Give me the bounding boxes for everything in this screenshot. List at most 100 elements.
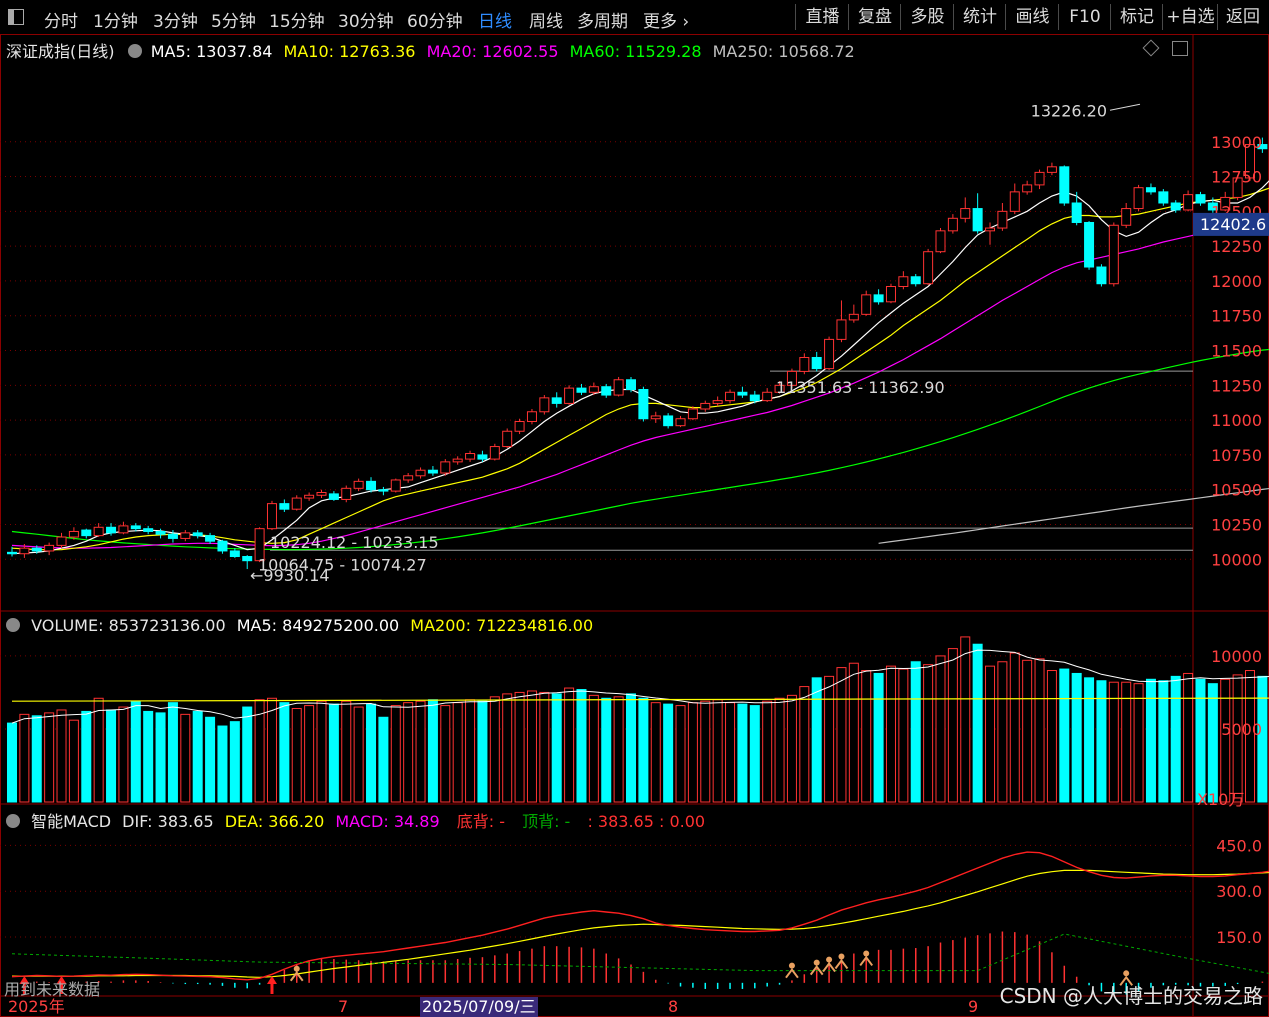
volume-bar-34 [427,699,438,803]
candle-body-90 [1121,208,1132,226]
candle-body-78 [972,208,983,232]
ma5-value: MA5: 13037.84 [150,42,273,61]
macd-dif: DIF: 383.65 [122,812,214,831]
period-tab-5[interactable]: 30分钟 [338,7,394,32]
toolbar-button-7[interactable]: +自选 [1162,4,1218,30]
high-arrow [1109,103,1141,111]
main-y-tick-1: 10250 [1211,516,1262,535]
volume-bar-11 [143,710,154,803]
macd-legend: 智能MACD DIF: 383.65 DEA: 366.20 MACD: 34.… [6,808,705,832]
candle-body-27 [341,487,352,500]
candle-body-18 [229,550,240,558]
period-tab-1[interactable]: 1分钟 [93,7,138,32]
toolbar-button-5[interactable]: F10 [1058,4,1111,30]
main-y-tick-8: 12000 [1211,272,1262,291]
settings-icon[interactable] [127,44,142,58]
layout-toggle-icon[interactable] [8,9,24,25]
volume-bar-79 [985,665,996,803]
volume-bar-61 [762,700,773,803]
volume-bar-40 [502,693,513,803]
volume-settings-icon[interactable] [6,618,20,632]
volume-bar-1 [19,713,30,803]
candle-body-42 [526,411,537,423]
toolbar-button-0[interactable]: 直播 [795,4,849,30]
candle-body-60 [749,394,760,402]
candlestick-layer [7,137,1268,570]
volume-bar-49 [613,696,624,803]
candle-body-68 [848,313,859,321]
toolbar-button-4[interactable]: 画线 [1005,4,1059,30]
volume-bar-15 [192,710,203,803]
candle-body-50 [626,379,636,390]
period-tab-3[interactable]: 5分钟 [211,7,256,32]
signal-person-icon-4 [838,953,845,960]
period-tab-2[interactable]: 3分钟 [153,7,198,32]
candle-body-93 [1158,191,1169,204]
volume-bar-83 [1034,658,1045,803]
main-y-tick-9: 12250 [1211,237,1262,256]
candle-body-87 [1084,221,1095,268]
volume-bar-35 [440,705,451,803]
period-tab-6[interactable]: 60分钟 [407,7,463,32]
candle-body-70 [873,294,884,303]
period-tab-9[interactable]: 多周期 [577,7,628,32]
volume-bar-62 [774,697,785,803]
main-y-tick-7: 11750 [1211,307,1262,326]
toolbar-button-6[interactable]: 标记 [1110,4,1163,30]
period-tab-4[interactable]: 15分钟 [269,7,325,32]
date-month-8: 8 [668,997,678,1016]
toolbar-button-8[interactable]: 返回 [1217,4,1268,30]
volume-bar-30 [378,716,389,803]
volume-bar-36 [452,702,463,803]
period-tab-7[interactable]: 日线 [478,7,512,32]
candle-body-89 [1108,224,1119,285]
toolbar-button-1[interactable]: 复盘 [848,4,901,30]
period-tab-0[interactable]: 分时 [44,7,78,32]
volume-bar-16 [205,716,216,803]
signal-person-icon-2 [813,959,820,966]
candle-body-71 [885,286,896,303]
candle-body-37 [465,453,476,460]
candle-body-69 [861,294,872,315]
candle-body-49 [613,379,624,396]
candle-body-92 [1145,187,1156,193]
candle-body-2 [31,547,42,552]
macd-extra: : 383.65 : 0.00 [587,812,706,831]
volume-bar-45 [564,687,575,803]
candle-body-54 [675,418,686,427]
candle-body-30 [378,489,389,492]
candle-body-36 [452,458,463,463]
period-tab-8[interactable]: 周线 [529,7,563,32]
candle-body-84 [1046,166,1057,173]
volume-bar-55 [687,702,698,803]
candle-body-82 [1022,184,1033,193]
volume-bar-86 [1071,672,1082,803]
kline-chart[interactable]: 10000 10250 10500 10750 11000 11250 11500 11750… [0,34,1269,1017]
macd-y-tick-1: 300.0 [1216,882,1262,901]
top-divergence: 顶背: - [522,812,571,831]
candle-body-79 [985,227,996,232]
toolbar-button-2[interactable]: 多股 [900,4,954,30]
volume-bar-70 [873,672,884,803]
volume-bar-37 [465,699,476,803]
panel-toggle-icon[interactable] [1172,41,1188,56]
period-tab-10[interactable]: 更多 › [643,7,689,32]
macd-value: MACD: 34.89 [335,812,440,831]
ma20-value: MA20: 12602.55 [426,42,559,61]
candle-body-8 [106,526,117,534]
candle-body-7 [93,526,104,537]
toolbar-button-3[interactable]: 统计 [953,4,1006,30]
volume-bar-24 [304,705,315,803]
candle-body-56 [700,402,711,410]
volume-bar-27 [341,700,352,803]
volume-bar-26 [328,703,339,803]
volume-bar-60 [749,705,760,803]
candle-body-66 [824,338,835,370]
volume-bar-76 [947,648,958,803]
main-y-tick-12: 13000 [1211,133,1262,152]
macd-settings-icon[interactable] [6,814,20,828]
candle-body-5 [68,530,79,538]
date-month-9: 9 [968,997,978,1016]
ma10-line [11,187,1269,551]
top-toolbar: 分时 1分钟 3分钟 5分钟 15分钟 30分钟 60分钟 日线 周线 多周期 更多 › 直播 复盘多… [0,0,1269,35]
